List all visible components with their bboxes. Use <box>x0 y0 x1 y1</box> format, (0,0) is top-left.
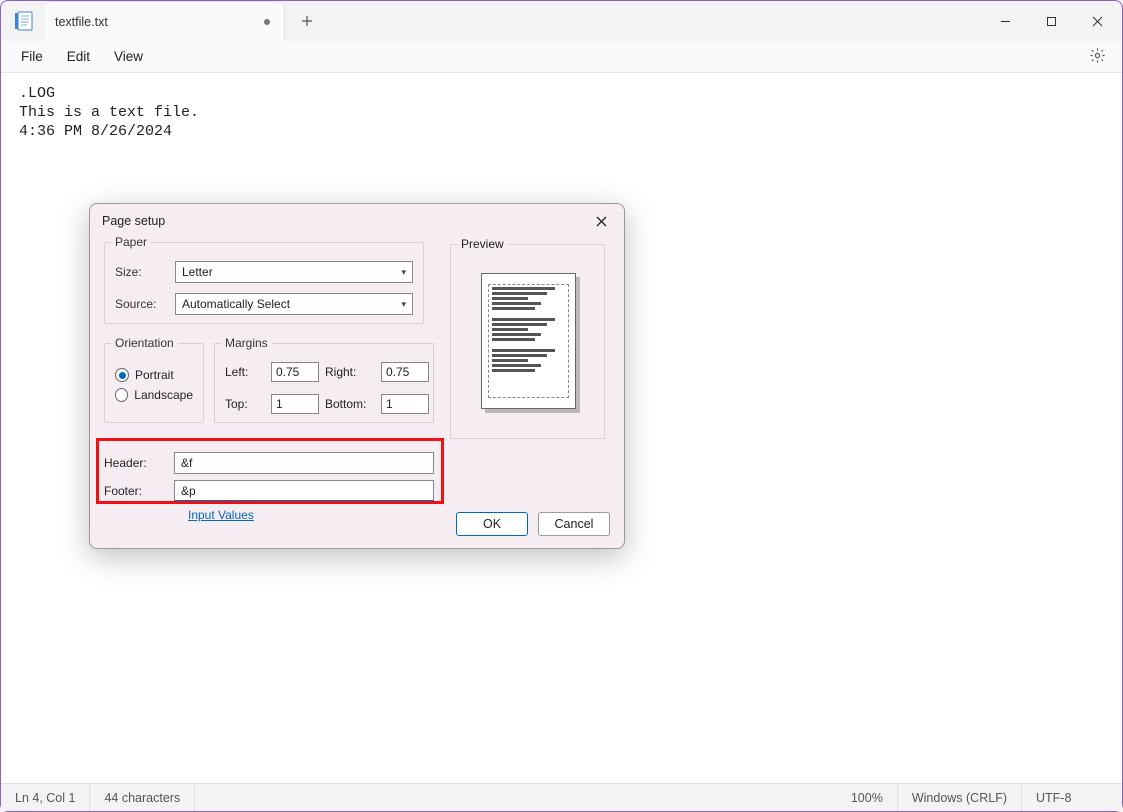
status-zoom[interactable]: 100% <box>837 784 898 811</box>
orientation-legend: Orientation <box>111 336 178 350</box>
status-line-ending[interactable]: Windows (CRLF) <box>898 784 1022 811</box>
chevron-down-icon: ▾ <box>401 267 406 278</box>
dialog-title-bar: Page setup <box>90 204 624 238</box>
notepad-app-icon <box>13 10 35 32</box>
margin-left-label: Left: <box>225 365 271 379</box>
dialog-title: Page setup <box>102 214 165 228</box>
page-setup-dialog: Page setup Paper Size: Letter ▾ Source: … <box>89 203 625 549</box>
menu-edit[interactable]: Edit <box>55 45 102 68</box>
minimize-button[interactable] <box>982 1 1028 41</box>
footer-label: Footer: <box>104 484 174 498</box>
status-encoding[interactable]: UTF-8 <box>1022 784 1122 811</box>
margin-right-input[interactable]: 0.75 <box>381 362 429 382</box>
header-input[interactable]: &f <box>174 452 434 474</box>
new-tab-button[interactable] <box>293 7 321 35</box>
document-tab[interactable]: textfile.txt <box>45 1 285 41</box>
paper-legend: Paper <box>111 235 151 249</box>
margins-group: Margins Left: 0.75 Right: 0.75 Top: 1 Bo… <box>214 343 434 423</box>
menu-view[interactable]: View <box>102 45 155 68</box>
margin-top-label: Top: <box>225 397 271 411</box>
tab-title: textfile.txt <box>55 15 108 29</box>
preview-legend: Preview <box>457 237 508 251</box>
menu-bar: File Edit View <box>1 41 1122 73</box>
unsaved-indicator-icon <box>264 19 270 25</box>
margins-legend: Margins <box>221 336 272 350</box>
radio-icon <box>115 388 128 402</box>
margin-bottom-label: Bottom: <box>325 397 381 411</box>
paper-size-label: Size: <box>115 265 175 279</box>
orientation-group: Orientation Portrait Landscape <box>104 343 204 423</box>
margin-top-input[interactable]: 1 <box>271 394 319 414</box>
maximize-button[interactable] <box>1028 1 1074 41</box>
settings-button[interactable] <box>1081 43 1114 71</box>
chevron-down-icon: ▾ <box>401 299 406 310</box>
header-footer-group: Header: &f Footer: &p Input Values <box>104 446 434 522</box>
orientation-portrait-radio[interactable]: Portrait <box>115 368 193 382</box>
title-bar: textfile.txt <box>1 1 1122 41</box>
cancel-button[interactable]: Cancel <box>538 512 610 536</box>
page-preview <box>481 273 576 409</box>
paper-source-select[interactable]: Automatically Select ▾ <box>175 293 413 315</box>
status-position: Ln 4, Col 1 <box>1 784 90 811</box>
margin-left-input[interactable]: 0.75 <box>271 362 319 382</box>
close-button[interactable] <box>1074 1 1120 41</box>
radio-icon <box>115 368 129 382</box>
status-characters: 44 characters <box>90 784 195 811</box>
paper-group: Paper Size: Letter ▾ Source: Automatical… <box>104 242 424 324</box>
dialog-close-button[interactable] <box>590 210 612 232</box>
header-label: Header: <box>104 456 174 470</box>
status-bar: Ln 4, Col 1 44 characters 100% Windows (… <box>1 783 1122 811</box>
footer-input[interactable]: &p <box>174 480 434 502</box>
menu-file[interactable]: File <box>9 45 55 68</box>
ok-button[interactable]: OK <box>456 512 528 536</box>
preview-group: Preview <box>450 244 605 439</box>
input-values-link[interactable]: Input Values <box>188 508 254 522</box>
paper-source-label: Source: <box>115 297 175 311</box>
margin-right-label: Right: <box>325 365 381 379</box>
orientation-landscape-radio[interactable]: Landscape <box>115 388 193 402</box>
margin-bottom-input[interactable]: 1 <box>381 394 429 414</box>
paper-size-select[interactable]: Letter ▾ <box>175 261 413 283</box>
